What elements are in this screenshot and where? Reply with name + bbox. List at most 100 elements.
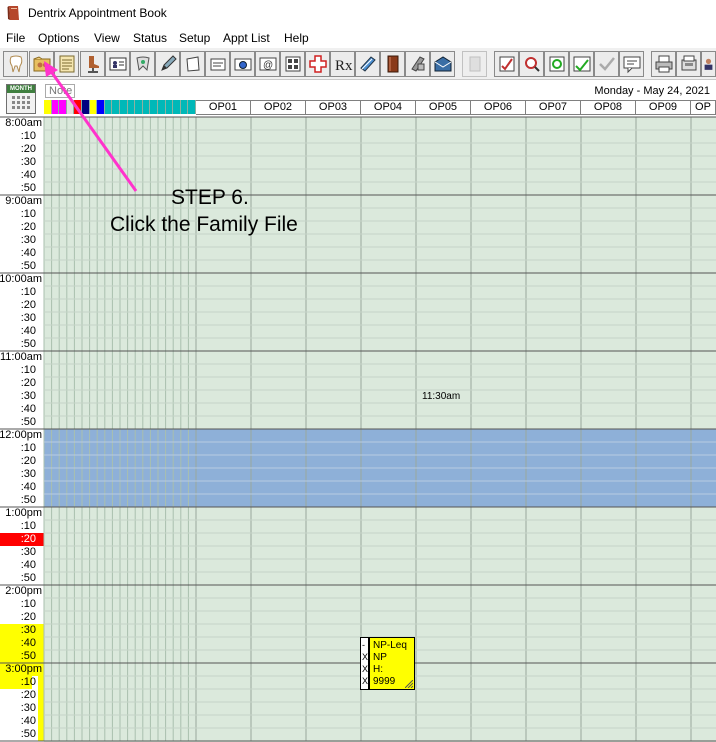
operatory-column-header[interactable]: OP04 [361, 100, 416, 115]
camera-button[interactable] [230, 51, 255, 77]
provider-color-cell[interactable] [180, 100, 189, 114]
operatory-column-header[interactable]: OP08 [581, 100, 636, 115]
email-button[interactable]: @ [255, 51, 280, 77]
family-file-button[interactable] [29, 51, 54, 77]
calendar-icon [12, 96, 30, 109]
menu-options[interactable]: Options [38, 31, 79, 45]
provider-color-cell[interactable] [150, 100, 158, 114]
appointment-block[interactable]: - X X X NP-Leq NP H: 9999 [360, 637, 415, 690]
provider-color-cell[interactable] [127, 100, 136, 114]
medical-cross-icon [308, 55, 327, 73]
notepad-button[interactable] [355, 51, 380, 77]
time-slot-label: :40 [0, 559, 44, 572]
provider-color-cell[interactable] [97, 100, 105, 114]
time-label-text: 11:00am [0, 351, 42, 363]
checklist-icon [499, 56, 514, 72]
print-button[interactable] [651, 51, 676, 77]
tooth-button[interactable] [3, 51, 28, 77]
operatory-column-header[interactable]: OP06 [471, 100, 526, 115]
time-slot-label: :30 [0, 468, 44, 481]
provider-color-cell[interactable] [188, 100, 196, 114]
annotation-step: STEP 6. [171, 186, 249, 209]
time-slot-label: :20 [0, 377, 44, 390]
operatory-column-header[interactable]: OP02 [251, 100, 306, 115]
appointment-line: H: [373, 664, 383, 675]
time-slot-label: :20 [0, 299, 44, 312]
time-slot-label: :20 [0, 455, 44, 468]
menu-view[interactable]: View [94, 31, 120, 45]
person-button[interactable] [701, 51, 716, 77]
provider-color-cell[interactable] [81, 100, 90, 114]
perio-button[interactable] [130, 51, 155, 77]
operatory-column-header[interactable]: OP09 [636, 100, 691, 115]
provider-color-cell[interactable] [142, 100, 151, 114]
time-slot-label: :10 [0, 208, 44, 221]
time-label-text: 10:00am [0, 273, 42, 285]
note-field[interactable]: Note [45, 84, 75, 98]
provider-color-cell[interactable] [74, 100, 82, 114]
search-button[interactable] [519, 51, 544, 77]
month-view-button[interactable]: MONTH [6, 84, 36, 114]
patient-card-button[interactable] [105, 51, 130, 77]
chair-button[interactable] [80, 51, 105, 77]
menu-help[interactable]: Help [284, 31, 309, 45]
time-label-text: :40 [20, 715, 36, 727]
time-slot-label: 9:00am [0, 195, 44, 208]
checklist-button[interactable] [494, 51, 519, 77]
provider-color-cell[interactable] [173, 100, 181, 114]
provider-color-cell[interactable] [89, 100, 98, 114]
menu-status[interactable]: Status [133, 31, 167, 45]
time-slot-label: 2:00pm [0, 585, 44, 598]
menu-setup[interactable]: Setup [179, 31, 210, 45]
provider-color-cell[interactable] [135, 100, 143, 114]
time-slot-label: :40 [0, 247, 44, 260]
phone-button[interactable] [405, 51, 430, 77]
letter-button[interactable] [205, 51, 230, 77]
menu-file[interactable]: File [6, 31, 25, 45]
time-label-text: :30 [20, 468, 36, 480]
perio-icon [135, 56, 150, 72]
time-label-text: :50 [20, 338, 36, 350]
operatory-column-header[interactable]: OP01 [196, 100, 251, 115]
appt-button[interactable] [569, 51, 594, 77]
operatory-column-header[interactable]: OP03 [306, 100, 361, 115]
provider-color-cell[interactable] [44, 100, 52, 114]
time-label-text: :10 [20, 676, 36, 688]
provider-color-cell[interactable] [157, 100, 166, 114]
ledger-button[interactable] [54, 51, 79, 77]
menu-appt-list[interactable]: Appt List [223, 31, 270, 45]
operatory-column-header[interactable]: OP [691, 100, 716, 115]
provider-color-cell[interactable] [51, 100, 60, 114]
disabled-button[interactable] [462, 51, 487, 77]
time-slot-label: :20 [0, 221, 44, 234]
provider-color-cell[interactable] [59, 100, 67, 114]
time-slot-label: :50 [0, 728, 44, 741]
book-button[interactable] [380, 51, 405, 77]
provider-color-cell[interactable] [104, 100, 113, 114]
pen-button[interactable] [155, 51, 180, 77]
provider-color-cell[interactable] [165, 100, 174, 114]
provider-color-strip [44, 100, 196, 114]
time-slot-label: :30 [0, 546, 44, 559]
provider-color-cell[interactable] [66, 100, 75, 114]
disabled-icon [469, 56, 480, 72]
mail-button[interactable] [430, 51, 455, 77]
time-label-text: :50 [20, 728, 36, 740]
operatory-column-header[interactable]: OP07 [526, 100, 581, 115]
time-label-text: :40 [20, 247, 36, 259]
provider-color-cell[interactable] [119, 100, 128, 114]
medical-button[interactable] [305, 51, 330, 77]
document-button[interactable] [180, 51, 205, 77]
rx-button[interactable]: Rx [330, 51, 355, 77]
provider-color-cell[interactable] [112, 100, 120, 114]
resize-grip-icon[interactable] [405, 680, 413, 688]
operatory-column-header[interactable]: OP05 [416, 100, 471, 115]
image-button[interactable] [544, 51, 569, 77]
time-label-text: :10 [20, 520, 36, 532]
time-label-text: 8:00am [5, 117, 42, 129]
grid-button[interactable] [280, 51, 305, 77]
check-button[interactable] [594, 51, 619, 77]
fax-button[interactable] [676, 51, 701, 77]
chat-button[interactable] [619, 51, 644, 77]
notepad-icon [359, 56, 376, 72]
